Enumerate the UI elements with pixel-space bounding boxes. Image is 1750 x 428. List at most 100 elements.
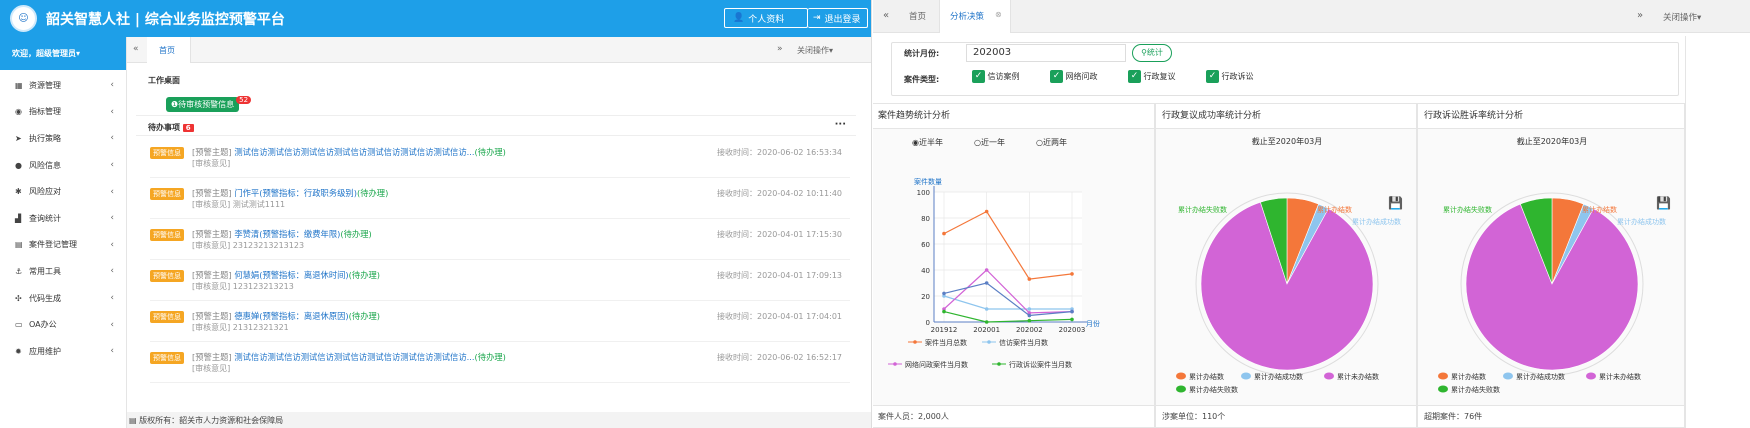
legend-item[interactable]: 累计办结数 [1176, 372, 1224, 381]
todo-link[interactable]: 门作平(预警指标：行政职务级别) [234, 188, 357, 198]
scroll-left-icon[interactable]: « [883, 10, 889, 21]
legend-label: 累计办结数 [1451, 372, 1486, 381]
legend-item[interactable]: 信访案件当月数 [982, 338, 1048, 347]
pending-count: 52 [236, 96, 252, 104]
legend-item[interactable]: 累计办结成功数 [1503, 372, 1565, 381]
case-type-checkbox[interactable]: ✓ 网络问政 [1050, 70, 1098, 83]
legend-item[interactable]: 累计办结数 [1438, 372, 1486, 381]
legend-item[interactable]: 案件当月总数 [908, 338, 967, 347]
welcome-user-menu[interactable]: 欢迎，超级管理员▾ [0, 37, 126, 70]
more-menu[interactable]: ··· [835, 119, 846, 130]
todo-title: 待办事项 6 [148, 122, 194, 133]
tab-home-right[interactable]: 首页 [909, 10, 926, 22]
receive-time: 接收时间：2020-06-02 16:53:34 [717, 148, 842, 157]
warning-tag: 预警信息 [150, 270, 184, 282]
todo-count: 6 [182, 124, 194, 132]
stat-button[interactable]: ⚲统计 [1132, 44, 1172, 62]
chevron-left-icon: ‹ [110, 293, 114, 304]
chevron-left-icon: ‹ [110, 319, 114, 330]
legend-item[interactable]: 累计办结失败数 [1176, 385, 1238, 394]
todo-link[interactable]: 德惠婵(预警指标：离退休原因) [234, 311, 348, 321]
period-radio[interactable]: ◉近半年 [912, 137, 943, 148]
legend-label: 信访案件当月数 [999, 338, 1048, 347]
legend-item[interactable]: 累计未办结数 [1586, 372, 1641, 381]
sidebar-item[interactable]: ◉ 指标管理 ‹ [0, 99, 126, 126]
case-type-checkbox[interactable]: ✓ 信访案例 [972, 70, 1020, 83]
legend-label: 累计办结数 [1189, 372, 1224, 381]
data-point [1027, 277, 1032, 281]
case-type-checkbox[interactable]: ✓ 行政复议 [1128, 70, 1176, 83]
todo-item[interactable]: 预警信息 [预警主题] 门作平(预警指标：行政职务级别)(待办理) [审核意见]… [150, 183, 850, 219]
legend-label: 网络问政案件当月数 [905, 360, 968, 369]
tab-bar: « 首页 » 关闭操作▾ [127, 37, 871, 63]
legend-label: 案件当月总数 [925, 338, 967, 347]
sidebar-item[interactable]: ▦ 资源管理 ‹ [0, 72, 126, 99]
legend-item[interactable]: 累计办结失败数 [1438, 385, 1500, 394]
sidebar-item[interactable]: ✣ 代码生成 ‹ [0, 285, 126, 312]
pending-warning-badge[interactable]: ❶待审核预警信息 52 [166, 96, 254, 112]
sidebar-item[interactable]: ● 风险信息 ‹ [0, 152, 126, 179]
settings-icon: ✹ [15, 346, 22, 356]
scroll-right-icon[interactable]: » [777, 44, 783, 54]
legend-label: 累计办结失败数 [1189, 385, 1238, 394]
y-axis-label: 案件数量 [914, 177, 942, 186]
todo-link[interactable]: 测试信访测试信访测试信访测试信访测试信访测试信访测试信访... [234, 352, 474, 362]
todo-link[interactable]: 李赞清(预警指标：缴费年限) [234, 229, 340, 239]
scroll-left-icon[interactable]: « [133, 44, 139, 54]
monitoring-app: ☺ 韶关智慧人社 | 综合业务监控预警平台 👤 个人资料 ⇥ 退出登录 欢迎，超级管… [0, 0, 872, 428]
sidebar-item[interactable]: ▟ 查询统计 ‹ [0, 205, 126, 232]
tab-home[interactable]: 首页 [147, 37, 191, 63]
save-icon[interactable]: 💾 [1656, 196, 1671, 210]
footer: ▤ 版权所有：韶关市人力资源和社会保障局 [127, 412, 871, 428]
legend-label: 累计办结成功数 [1516, 372, 1565, 381]
pie-subtitle: 截止至2020年03月 [1516, 137, 1588, 146]
legend-item[interactable]: 累计未办结数 [1324, 372, 1379, 381]
sidebar-item[interactable]: ✱ 风险应对 ‹ [0, 178, 126, 205]
save-icon[interactable]: 💾 [1388, 196, 1403, 210]
todo-item[interactable]: 预警信息 [预警主题] 测试信访测试信访测试信访测试信访测试信访测试信访测试信访… [150, 347, 850, 383]
data-point [984, 320, 989, 324]
case-type-checkbox[interactable]: ✓ 行政诉讼 [1206, 70, 1254, 83]
pie-subtitle: 截止至2020年03月 [1251, 137, 1323, 146]
slice-label: 累计办结失败数 [1178, 205, 1227, 214]
sidebar-item[interactable]: ➤ 执行策略 ‹ [0, 125, 126, 152]
period-radio-group: ◉近半年 ○近一年 ○近两年 [912, 137, 1112, 149]
app-title: 韶关智慧人社 | 综合业务监控预警平台 [46, 12, 285, 28]
legend-item[interactable]: 网络问政案件当月数 [888, 360, 968, 369]
sidebar-item[interactable]: ⚓ 常用工具 ‹ [0, 258, 126, 285]
close-ops-menu-right[interactable]: 关闭操作▾ [1663, 11, 1701, 23]
close-ops-menu[interactable]: 关闭操作▾ [797, 45, 833, 56]
radio-icon: ○ [1036, 138, 1043, 147]
chevron-left-icon: ‹ [110, 160, 114, 171]
todo-item[interactable]: 预警信息 [预警主题] 测试信访测试信访测试信访测试信访测试信访测试信访测试信访… [150, 142, 850, 178]
todo-item[interactable]: 预警信息 [预警主题] 何慧娟(预警指标：离退休时间)(待办理) [审核意见] … [150, 265, 850, 301]
legend-item[interactable]: 行政诉讼案件当月数 [992, 360, 1072, 369]
month-input[interactable]: 202003 [966, 44, 1126, 62]
todo-item[interactable]: 预警信息 [预警主题] 德惠婵(预警指标：离退休原因)(待办理) [审核意见] … [150, 306, 850, 342]
y-tick-label: 80 [921, 215, 930, 223]
legend-item[interactable]: 累计办结成功数 [1241, 372, 1303, 381]
alert-icon: ● [15, 160, 22, 170]
scroll-right-icon[interactable]: » [1637, 10, 1643, 21]
profile-button[interactable]: 👤 个人资料 [724, 8, 808, 28]
close-tab-icon[interactable]: ⊗ [995, 10, 1002, 19]
sidebar-item[interactable]: ▤ 案件登记管理 ‹ [0, 232, 126, 259]
review-pie-chart: 累计办结数累计办结成功数累计办结失败数 💾累计办结数 累计办结成功数 累计未办结数累计… [1176, 192, 1403, 394]
sidebar-item[interactable]: ▭ OA办公 ‹ [0, 311, 126, 338]
x-tick-label: 202002 [1016, 326, 1043, 334]
logout-button[interactable]: ⇥ 退出登录 [808, 8, 868, 28]
sidebar-item[interactable]: ✹ 应用维护 ‹ [0, 338, 126, 365]
period-radio[interactable]: ○近一年 [974, 137, 1005, 148]
tab-analysis[interactable]: 分析决策 ⊗ [939, 0, 1011, 33]
todo-status: (待办理) [340, 229, 372, 239]
logo-icon: ☺ [10, 5, 37, 32]
panel-title: 行政复议成功率统计分析 [1156, 104, 1416, 129]
review-opinion: [审核意见] 测试测试1111 [192, 200, 286, 209]
data-point [984, 268, 989, 272]
period-radio[interactable]: ○近两年 [1036, 137, 1067, 148]
todo-link[interactable]: 测试信访测试信访测试信访测试信访测试信访测试信访测试信访... [234, 147, 474, 157]
legend-label: 累计办结成功数 [1254, 372, 1303, 381]
slice-label: 累计办结失败数 [1443, 205, 1492, 214]
todo-item[interactable]: 预警信息 [预警主题] 李赞清(预警指标：缴费年限)(待办理) [审核意见] 2… [150, 224, 850, 260]
todo-link[interactable]: 何慧娟(预警指标：离退休时间) [234, 270, 348, 280]
